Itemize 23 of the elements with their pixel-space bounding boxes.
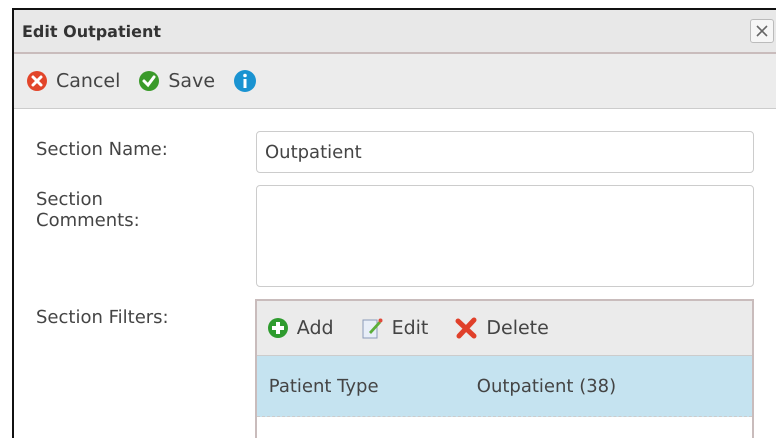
cancel-button[interactable]: Cancel [26,70,120,92]
add-button[interactable]: Add [266,317,334,339]
field-label: Section Comments: [36,188,141,233]
info-icon [233,69,258,93]
table-cell-text: Patient Type [268,376,380,396]
section-name-field[interactable]: Outpatient [256,131,754,173]
close-icon [755,24,769,38]
plus-circle-icon [266,317,289,339]
filter-row[interactable]: Patient Type Outpatient (38) [256,356,752,417]
info-button[interactable] [233,69,258,93]
save-button[interactable]: Save [138,70,216,92]
edit-button[interactable]: Edit [360,316,428,340]
check-circle-icon [138,70,160,92]
field-label: Section Filters: [36,306,170,330]
delete-button[interactable]: Delete [454,316,549,340]
field-label: Section Name: [36,138,169,162]
close-button[interactable] [750,19,774,43]
window-title: Edit Outpatient [22,22,161,40]
cross-circle-icon [26,70,48,92]
notepad-pencil-icon [360,316,384,340]
table-cell: Outpatient (38) [476,376,616,396]
delete-icon [454,316,478,340]
section-comments-field[interactable] [256,185,754,287]
